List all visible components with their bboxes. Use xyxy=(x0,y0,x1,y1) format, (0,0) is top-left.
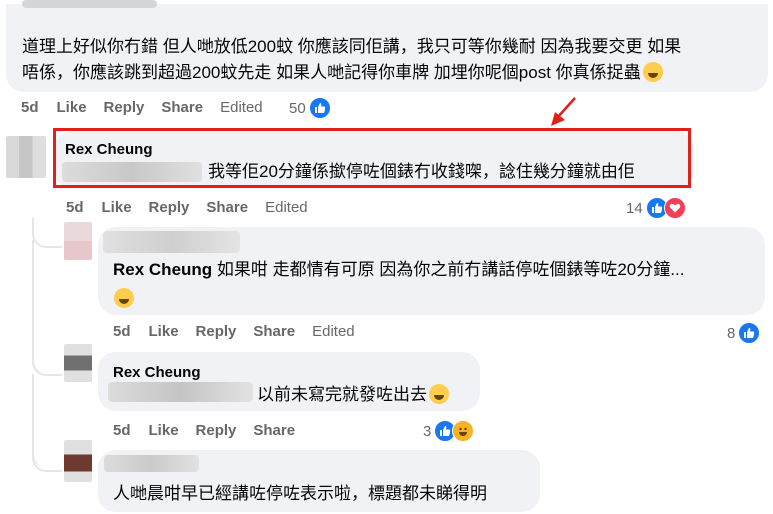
like-reaction-icon xyxy=(308,97,331,119)
comment-1-reactions[interactable]: 50 xyxy=(289,97,331,119)
comment-1-actions: 5d Like Reply Share Edited xyxy=(21,99,280,116)
timestamp[interactable]: 5d xyxy=(113,323,131,340)
like-button[interactable]: Like xyxy=(57,99,87,116)
comment-author[interactable]: Rex Cheung xyxy=(65,141,153,158)
reply-2-reactions[interactable]: 3 xyxy=(423,420,475,442)
thread-line xyxy=(32,440,62,472)
timestamp[interactable]: 5d xyxy=(113,422,131,439)
avatar-reply-3[interactable] xyxy=(64,440,92,482)
timestamp[interactable]: 5d xyxy=(66,199,84,216)
reply-1-text: Rex Cheung 如果咁 走都情有可原 因為你之前冇講話停咗個錶等咗20分鐘… xyxy=(113,255,684,285)
comment-1-line2-text: 唔係，你應該跳到超過200蚊先走 如果人哋記得你車牌 加埋你呢個post 你真係… xyxy=(22,63,641,82)
avatar-reply-2[interactable] xyxy=(64,344,92,382)
blurred-author-name xyxy=(103,231,240,253)
share-button[interactable]: Share xyxy=(253,323,295,340)
share-button[interactable]: Share xyxy=(161,99,203,116)
comment-2-reactions[interactable]: 14 xyxy=(626,197,686,219)
share-button[interactable]: Share xyxy=(253,422,295,439)
like-button[interactable]: Like xyxy=(149,323,179,340)
timestamp[interactable]: 5d xyxy=(21,99,39,116)
reply-button[interactable]: Reply xyxy=(104,99,145,116)
reply-button[interactable]: Reply xyxy=(149,199,190,216)
comment-1-text-line2: 唔係，你應該跳到超過200蚊先走 如果人哋記得你車牌 加埋你呢個post 你真係… xyxy=(22,58,663,88)
comment-2-text: 我等佢20分鐘係撳停咗個錶冇收錢㗎，諗住幾分鐘就由佢 xyxy=(208,162,635,181)
red-arrow-annotation xyxy=(551,97,576,126)
blurred-text xyxy=(108,382,253,402)
like-reaction-icon xyxy=(738,322,761,344)
reply-1-body: 如果咁 走都情有可原 因為你之前冇講話停咗個錶等咗20分鐘... xyxy=(212,260,685,279)
grinning-sweat-emoji-icon xyxy=(642,62,663,82)
thread-line xyxy=(32,340,62,376)
reply-2-actions: 5d Like Reply Share xyxy=(113,422,312,439)
reply-button[interactable]: Reply xyxy=(196,422,237,439)
edited-label: Edited xyxy=(220,99,263,116)
reply-2-text: 以前未寫完就發咗出去 xyxy=(257,380,449,410)
comment-2-actions: 5d Like Reply Share Edited xyxy=(66,199,325,216)
blurred-author-name xyxy=(104,455,199,472)
reply-3-text: 人哋晨咁早已經講咗停咗表示啦，標題都未睇得明 xyxy=(113,484,487,503)
like-button[interactable]: Like xyxy=(102,199,132,216)
reaction-count: 8 xyxy=(727,324,736,342)
grinning-sweat-emoji-icon xyxy=(114,288,134,308)
reaction-count: 14 xyxy=(626,199,643,217)
grinning-sweat-emoji-icon xyxy=(429,384,449,404)
reaction-count: 50 xyxy=(289,99,306,117)
edited-label: Edited xyxy=(312,323,355,340)
reply-2-body: 以前未寫完就發咗出去 xyxy=(257,385,427,404)
mention-rex-cheung[interactable]: Rex Cheung xyxy=(113,364,201,381)
edited-label: Edited xyxy=(265,199,308,216)
love-reaction-icon xyxy=(663,197,686,219)
reply-button[interactable]: Reply xyxy=(196,323,237,340)
blurred-text xyxy=(62,162,202,182)
avatar-reply-1[interactable] xyxy=(64,222,92,260)
share-button[interactable]: Share xyxy=(206,199,248,216)
haha-reaction-icon xyxy=(452,420,475,442)
reply-1-actions: 5d Like Reply Share Edited xyxy=(113,323,372,340)
like-button[interactable]: Like xyxy=(149,422,179,439)
reaction-count: 3 xyxy=(423,422,432,440)
avatar-rex-cheung[interactable] xyxy=(6,136,46,178)
mention-rex-cheung[interactable]: Rex Cheung xyxy=(113,260,212,279)
blurred-author-name xyxy=(22,0,157,8)
reply-1-reactions[interactable]: 8 xyxy=(727,322,761,344)
